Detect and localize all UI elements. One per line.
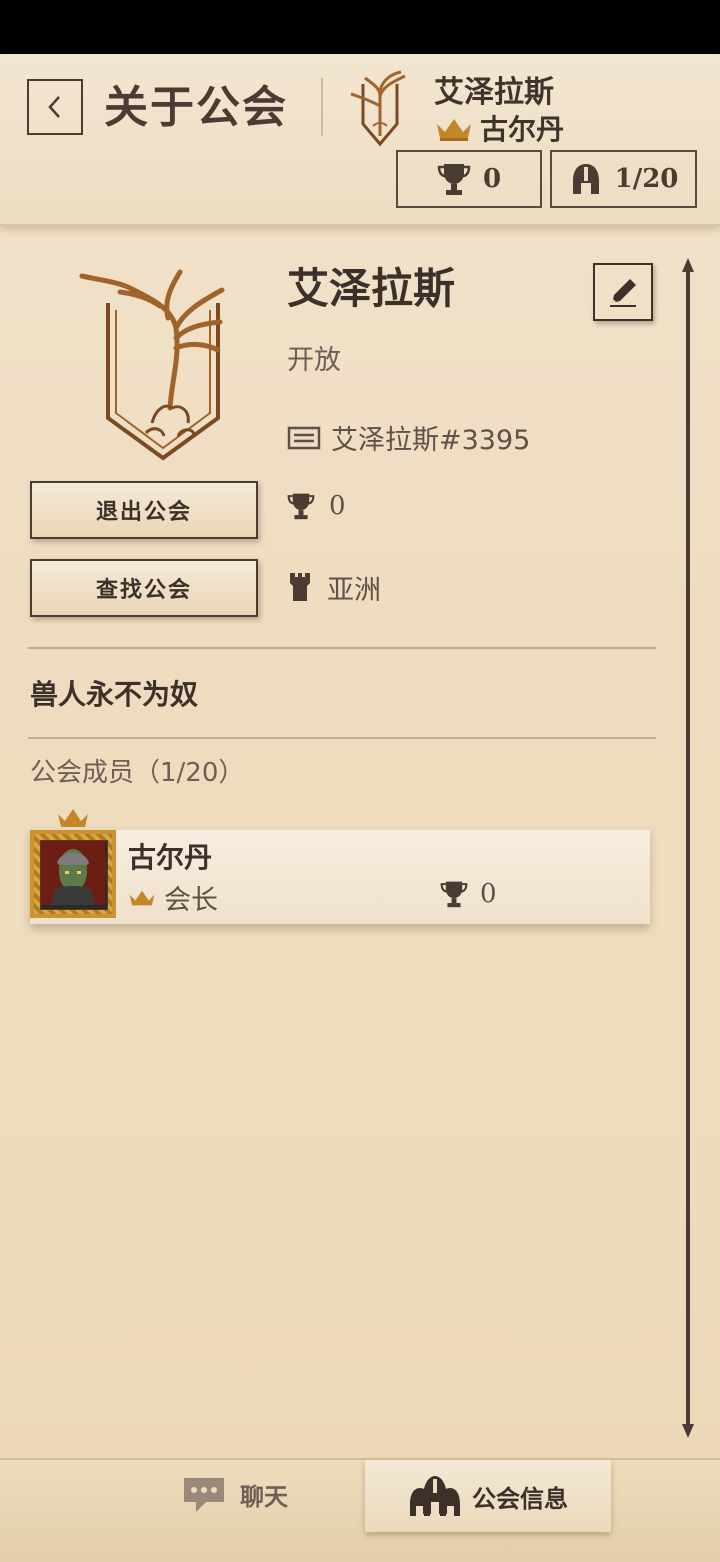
bottom-tab-bar <box>0 1458 720 1562</box>
guild-name: 艾泽拉斯 <box>287 264 456 313</box>
header-leader-row: 古尔丹 <box>434 108 564 148</box>
trophy-icon <box>440 881 468 908</box>
scrollbar[interactable] <box>680 258 696 1438</box>
guild-region: 亚洲 <box>327 575 381 606</box>
orc-portrait-icon <box>41 841 105 905</box>
guild-region-row: 亚洲 <box>287 568 381 607</box>
find-guild-button[interactable]: 查找公会 <box>30 559 258 617</box>
chevron-left-icon <box>48 96 60 118</box>
edit-button[interactable] <box>593 263 653 321</box>
members-header: 公会成员（1/20） <box>30 758 245 788</box>
guild-status: 开放 <box>287 345 341 376</box>
guild-tag: 艾泽拉斯#3395 <box>331 425 531 456</box>
guild-trophy-row: 0 <box>287 490 346 522</box>
divider <box>28 737 656 739</box>
header-leader-name: 古尔丹 <box>480 113 565 146</box>
tower-icon <box>290 572 310 601</box>
member-card[interactable] <box>30 828 650 924</box>
guild-emblem-icon <box>79 269 225 461</box>
tab-guild-info[interactable]: 公会信息 <box>365 1460 611 1532</box>
header-trophy-box: 0 <box>396 150 542 208</box>
status-bar <box>0 0 720 54</box>
crown-icon <box>129 890 155 905</box>
header-trophy-count: 0 <box>482 164 502 194</box>
avatar <box>40 840 108 910</box>
crown-icon <box>437 119 471 141</box>
member-name: 古尔丹 <box>128 841 213 874</box>
trophy-icon <box>287 493 315 520</box>
helmet-icon <box>572 164 599 194</box>
member-trophy-row: 0 <box>440 878 497 910</box>
leader-crown-icon <box>58 809 88 827</box>
guild-motto: 兽人永不为奴 <box>30 678 199 711</box>
member-avatar-frame <box>30 830 116 918</box>
trophy-icon <box>437 164 471 195</box>
back-button[interactable] <box>27 79 83 135</box>
divider <box>28 647 656 649</box>
leave-guild-button[interactable]: 退出公会 <box>30 481 258 539</box>
guild-trophy-count: 0 <box>329 491 346 521</box>
tab-guild-info-label: 公会信息 <box>472 1484 568 1513</box>
member-role-row: 会长 <box>128 878 218 917</box>
member-role: 会长 <box>164 885 218 916</box>
id-card-icon <box>287 426 321 449</box>
chat-bubble-icon <box>184 1478 224 1512</box>
guild-tag-row: 艾泽拉斯#3395 <box>287 418 530 457</box>
guild-helmets-icon <box>410 1476 460 1516</box>
header-members-box: 1/20 <box>550 150 697 208</box>
header-members-count: 1/20 <box>614 164 679 194</box>
tab-chat[interactable]: 聊天 <box>180 1474 288 1514</box>
header-divider <box>321 78 323 136</box>
header-guild-name: 艾泽拉斯 <box>434 75 554 110</box>
pencil-icon <box>610 279 636 307</box>
page-title: 关于公会 <box>104 82 288 133</box>
tab-chat-label: 聊天 <box>240 1482 288 1511</box>
guild-emblem-small-icon <box>350 70 406 147</box>
member-trophy-count: 0 <box>480 879 497 909</box>
